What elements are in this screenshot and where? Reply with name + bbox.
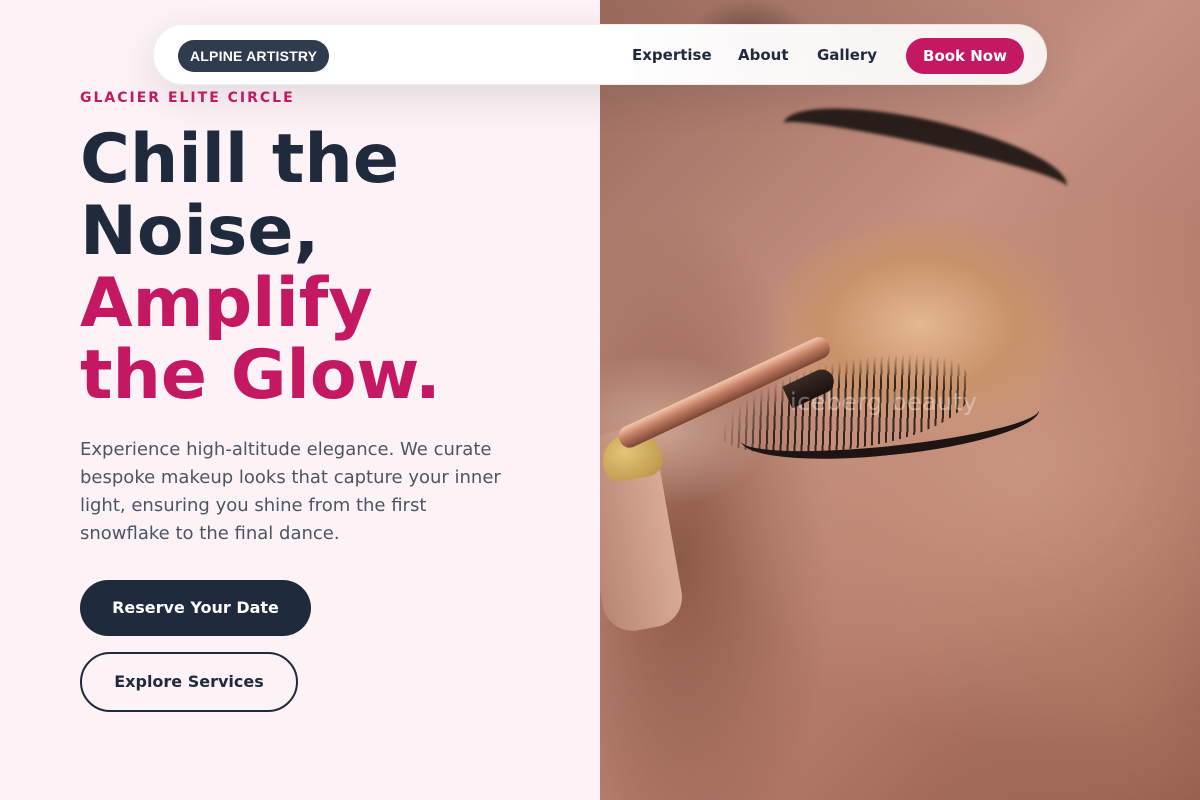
hero-description: Experience high-altitude elegance. We cu…: [80, 439, 501, 544]
explore-services-button[interactable]: Explore Services: [80, 652, 298, 712]
headline-accent-line-2: the Glow.: [80, 336, 441, 415]
nav-link-about[interactable]: About: [738, 46, 789, 64]
headline-line-2: Noise,: [80, 192, 320, 271]
headline-accent-line-1: Amplify: [80, 264, 373, 343]
hero-eyebrow: GLACIER ELITE CIRCLE: [80, 90, 295, 106]
top-navbar: ALPINE ARTISTRY Expertise About Gallery …: [153, 24, 1047, 85]
nav-link-expertise[interactable]: Expertise: [632, 46, 712, 64]
brand-logo[interactable]: ALPINE ARTISTRY: [178, 40, 330, 72]
hero-image: iceberg beauty: [600, 0, 1200, 800]
reserve-date-button[interactable]: Reserve Your Date: [80, 580, 311, 636]
book-now-button[interactable]: Book Now: [906, 38, 1024, 74]
nav-link-gallery[interactable]: Gallery: [817, 46, 877, 64]
image-watermark: iceberg beauty: [790, 388, 978, 416]
hero-headline: Chill the Noise, Amplify the Glow.: [80, 124, 441, 412]
headline-line-1: Chill the: [80, 120, 399, 199]
